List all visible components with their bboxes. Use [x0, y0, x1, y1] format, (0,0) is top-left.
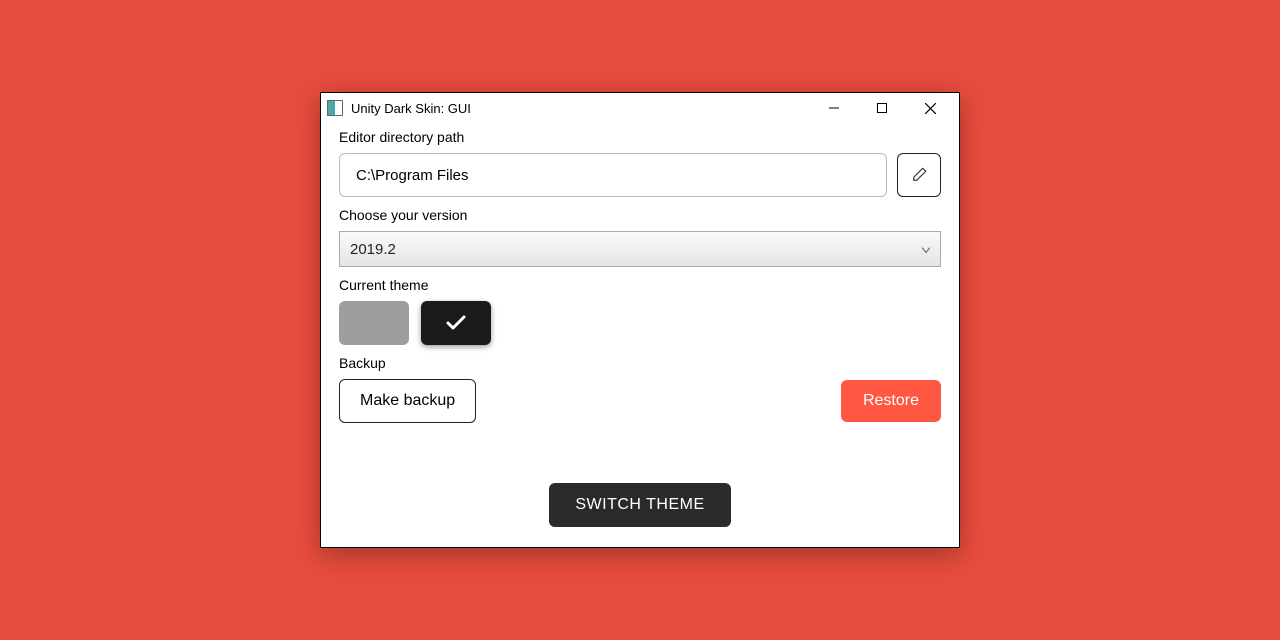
theme-option-dark[interactable]	[421, 301, 491, 345]
window-controls	[811, 94, 953, 122]
edit-path-button[interactable]	[897, 153, 941, 197]
titlebar: Unity Dark Skin: GUI	[321, 93, 959, 123]
content-area: Editor directory path Choose your versio…	[321, 123, 959, 547]
theme-option-light[interactable]	[339, 301, 409, 345]
switch-theme-button[interactable]: SWITCH THEME	[549, 483, 730, 527]
version-select[interactable]: 2019.2	[339, 231, 941, 267]
backup-row: Make backup Restore	[339, 379, 941, 423]
version-selected-value: 2019.2	[350, 241, 396, 258]
app-icon	[327, 100, 343, 116]
version-label: Choose your version	[339, 207, 941, 223]
maximize-icon	[877, 103, 887, 113]
make-backup-button[interactable]: Make backup	[339, 379, 476, 423]
switch-row: SWITCH THEME	[339, 483, 941, 527]
theme-row	[339, 301, 941, 345]
app-window: Unity Dark Skin: GUI Editor directory pa…	[320, 92, 960, 548]
minimize-icon	[829, 103, 839, 113]
path-input[interactable]	[339, 153, 887, 197]
theme-label: Current theme	[339, 277, 941, 293]
close-button[interactable]	[907, 94, 953, 122]
path-label: Editor directory path	[339, 129, 941, 145]
chevron-down-icon	[922, 241, 930, 258]
maximize-button[interactable]	[859, 94, 905, 122]
check-icon	[446, 315, 466, 331]
backup-label: Backup	[339, 355, 941, 371]
restore-button[interactable]: Restore	[841, 380, 941, 422]
close-icon	[925, 103, 936, 114]
path-row	[339, 153, 941, 197]
pencil-icon	[910, 166, 928, 184]
window-title: Unity Dark Skin: GUI	[351, 101, 811, 116]
minimize-button[interactable]	[811, 94, 857, 122]
